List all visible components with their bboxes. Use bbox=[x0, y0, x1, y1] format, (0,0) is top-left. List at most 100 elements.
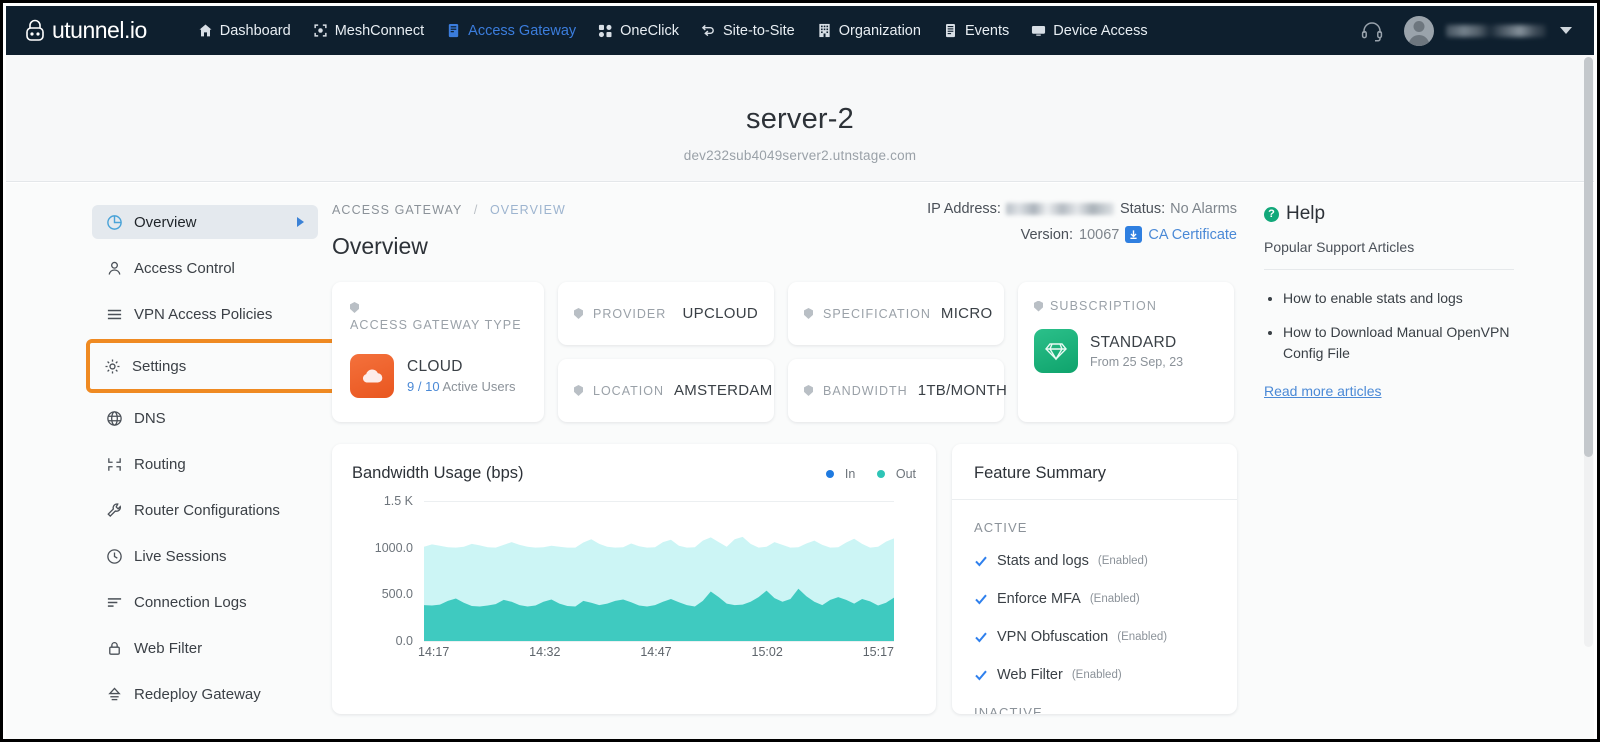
sidebar-item-access-control[interactable]: Access Control bbox=[92, 251, 318, 285]
breadcrumb-current: OVERVIEW bbox=[489, 203, 566, 217]
lower-panels: Bandwidth Usage (bps) In Out 1.5 K 1000.… bbox=[332, 444, 1237, 714]
nav-item-device-access[interactable]: Device Access bbox=[1020, 17, 1158, 45]
ca-certificate-link[interactable]: CA Certificate bbox=[1148, 227, 1237, 243]
active-users-suffix: Active Users bbox=[442, 379, 516, 394]
sidebar-item-dns[interactable]: DNS bbox=[92, 401, 318, 435]
subscription-from: From 25 Sep, 23 bbox=[1090, 354, 1184, 369]
sidebar-item-label: DNS bbox=[134, 409, 166, 427]
building-icon bbox=[817, 23, 832, 38]
sidebar-item-label: VPN Access Policies bbox=[134, 305, 273, 323]
headset-icon[interactable] bbox=[1360, 19, 1384, 43]
nav-item-site-to-site[interactable]: Site-to-Site bbox=[690, 17, 806, 45]
legend-label-out: Out bbox=[895, 466, 916, 481]
card-specification: SPECIFICATION MICRO bbox=[788, 282, 1004, 345]
read-more-articles-link[interactable]: Read more articles bbox=[1264, 383, 1382, 399]
feature-section-inactive: INACTIVE bbox=[974, 705, 1043, 714]
sidebar-item-label: Redeploy Gateway bbox=[134, 685, 261, 703]
nav-item-meshconnect[interactable]: MeshConnect bbox=[302, 17, 435, 45]
sidebar-item-live-sessions[interactable]: Live Sessions bbox=[92, 539, 318, 573]
page-scrollbar[interactable] bbox=[1584, 57, 1593, 647]
scrollbar-thumb[interactable] bbox=[1584, 57, 1593, 457]
x-tick-label-4: 15:17 bbox=[862, 645, 894, 659]
brand-logo-link[interactable]: utunnel.io bbox=[22, 17, 147, 44]
page-subtitle-hostname: dev232sub4049server2.utnstage.com bbox=[683, 148, 917, 163]
legend-color-in bbox=[826, 469, 835, 478]
nav-item-dashboard[interactable]: Dashboard bbox=[187, 17, 302, 45]
oneclick-icon bbox=[598, 23, 613, 38]
y-tick-label-0: 0.0 bbox=[395, 634, 413, 648]
card-label: LOCATION bbox=[593, 383, 664, 398]
chart-legend: In Out bbox=[826, 467, 916, 481]
events-icon bbox=[943, 23, 958, 38]
sidebar-item-web-filter[interactable]: Web Filter bbox=[92, 631, 318, 665]
sidebar-item-label: Connection Logs bbox=[134, 593, 247, 611]
sidebar-item-router-configurations[interactable]: Router Configurations bbox=[92, 493, 318, 527]
lock-icon bbox=[106, 640, 123, 657]
card-label-row: SUBSCRIPTION bbox=[1034, 299, 1218, 313]
pie-chart-icon bbox=[106, 214, 123, 231]
download-icon[interactable] bbox=[1125, 226, 1143, 243]
feature-state: (Enabled) bbox=[1071, 669, 1122, 681]
legend-item-out[interactable]: Out bbox=[877, 467, 916, 481]
x-tick-label-1: 14:32 bbox=[529, 645, 561, 659]
card-label: SUBSCRIPTION bbox=[1050, 299, 1157, 313]
help-subtitle: Popular Support Articles bbox=[1264, 239, 1514, 270]
info-cards: ACCESS GATEWAY TYPE CLOUD 9 / 10 Active … bbox=[332, 282, 1237, 422]
x-axis-labels: 14:17 14:32 14:47 15:02 15:17 bbox=[418, 645, 894, 659]
user-name-redacted bbox=[1446, 24, 1546, 37]
nav-label: Access Gateway bbox=[468, 22, 577, 39]
check-icon bbox=[974, 668, 988, 682]
legend-item-in[interactable]: In bbox=[826, 467, 855, 481]
shield-icon bbox=[574, 308, 583, 319]
nav-item-access-gateway[interactable]: Access Gateway bbox=[435, 17, 587, 45]
nav-item-organization[interactable]: Organization bbox=[806, 17, 932, 45]
feature-name: Stats and logs bbox=[997, 553, 1089, 569]
location-value: AMSTERDAM bbox=[673, 382, 773, 399]
card-provider: PROVIDER UPCLOUD bbox=[558, 282, 774, 345]
check-icon bbox=[974, 630, 988, 644]
feature-summary-title: Feature Summary bbox=[952, 444, 1237, 500]
page-title: server-2 bbox=[746, 103, 854, 135]
shield-icon bbox=[804, 385, 813, 396]
nav-item-events[interactable]: Events bbox=[932, 17, 1020, 45]
help-article-link[interactable]: How to enable stats and logs bbox=[1283, 288, 1514, 308]
help-article-link[interactable]: How to Download Manual OpenVPN Config Fi… bbox=[1283, 322, 1514, 363]
feature-state: (Enabled) bbox=[1097, 555, 1148, 567]
nav-items: Dashboard MeshConnect Access Gateway One… bbox=[187, 17, 1159, 45]
legend-color-out bbox=[877, 469, 886, 478]
question-mark-icon: ? bbox=[1264, 206, 1279, 222]
chevron-down-icon[interactable] bbox=[1560, 27, 1572, 34]
ip-address-value-redacted bbox=[1005, 203, 1114, 215]
nav-item-oneclick[interactable]: OneClick bbox=[587, 17, 690, 45]
specification-value: MICRO bbox=[940, 305, 993, 322]
site-to-site-icon bbox=[701, 23, 716, 38]
sidebar-item-redeploy-gateway[interactable]: Redeploy Gateway bbox=[92, 677, 318, 711]
sidebar-item-vpn-access-policies[interactable]: VPN Access Policies bbox=[92, 297, 318, 331]
sidebar-item-connection-logs[interactable]: Connection Logs bbox=[92, 585, 318, 619]
sidebar-item-settings[interactable]: Settings bbox=[86, 339, 343, 393]
nav-label: Events bbox=[964, 22, 1010, 39]
sidebar-item-overview[interactable]: Overview bbox=[92, 205, 318, 239]
card-label: PROVIDER bbox=[593, 306, 667, 321]
sidebar-item-routing[interactable]: Routing bbox=[92, 447, 318, 481]
user-menu[interactable] bbox=[1404, 15, 1572, 46]
sidebar: Overview Access Control VPN Access Polic… bbox=[86, 205, 343, 723]
routing-icon bbox=[106, 456, 123, 473]
gear-icon bbox=[104, 358, 121, 375]
breadcrumb-root[interactable]: ACCESS GATEWAY bbox=[332, 203, 462, 217]
chart-plot: 1.5 K 1000.0 500.0 0.0 14:17 14:32 14:47… bbox=[352, 494, 916, 671]
shield-icon bbox=[574, 385, 583, 396]
card-access-gateway-type: ACCESS GATEWAY TYPE CLOUD 9 / 10 Active … bbox=[332, 282, 544, 422]
check-icon bbox=[974, 592, 988, 606]
feature-state: (Enabled) bbox=[1117, 631, 1168, 643]
brand-name: utunnel.io bbox=[52, 17, 147, 43]
help-article-list: How to enable stats and logs How to Down… bbox=[1264, 288, 1514, 363]
avatar bbox=[1404, 15, 1434, 46]
wrench-icon bbox=[106, 502, 123, 519]
shield-icon bbox=[804, 308, 813, 319]
gateway-meta: IP Address: Status: No Alarms Version: 1… bbox=[927, 201, 1237, 243]
mesh-icon bbox=[313, 23, 328, 38]
feature-summary-panel: Feature Summary ACTIVE Stats and logs (E… bbox=[952, 444, 1237, 714]
redeploy-icon bbox=[106, 686, 123, 703]
globe-icon bbox=[106, 410, 123, 427]
